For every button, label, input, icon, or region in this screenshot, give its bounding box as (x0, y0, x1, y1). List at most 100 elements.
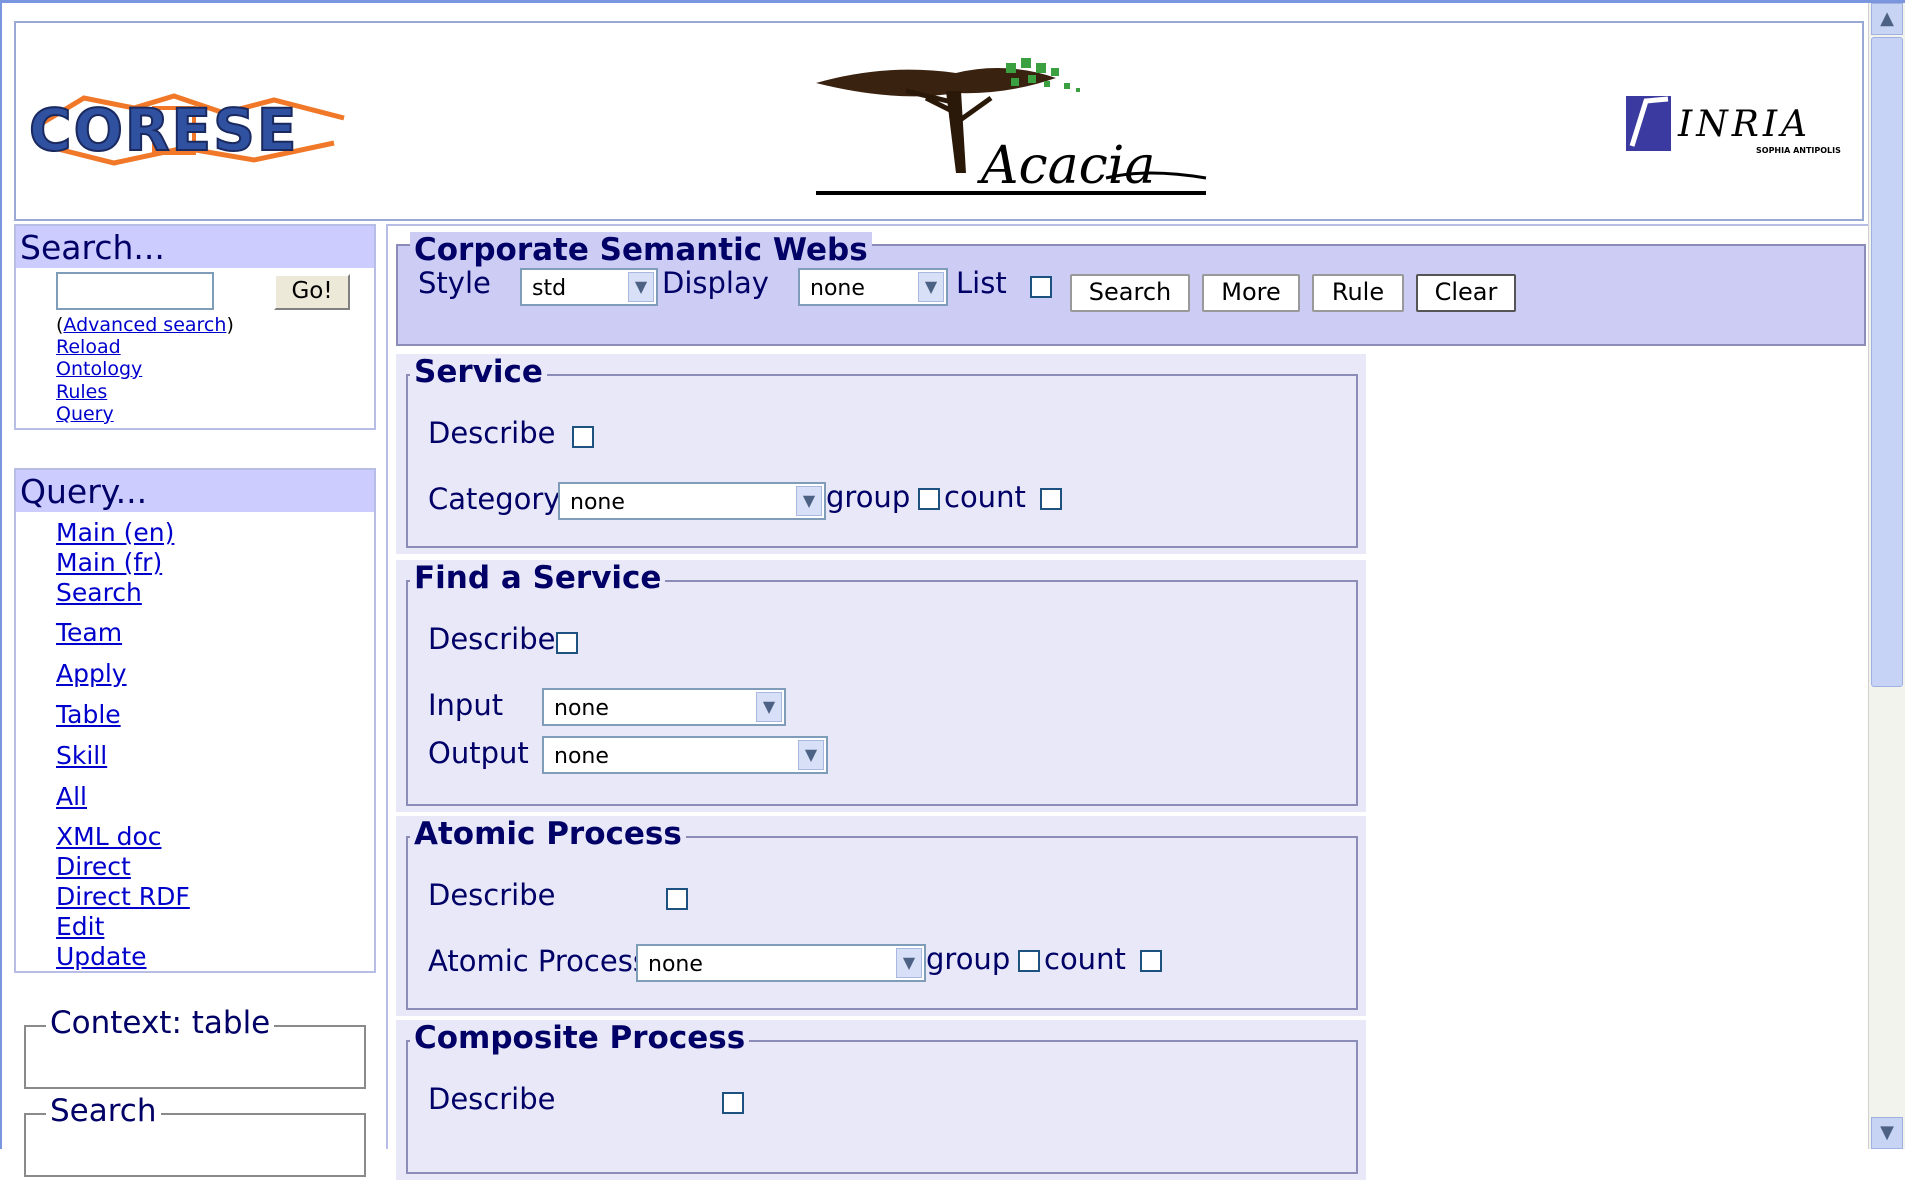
query-link-team[interactable]: Team (56, 618, 122, 647)
search-panel-title: Search... (16, 226, 374, 268)
atomic-count-checkbox[interactable] (1140, 950, 1162, 972)
advanced-search-line: (Advanced search) (56, 314, 234, 336)
category-select[interactable]: none ▼ (558, 482, 826, 520)
paren-close: ) (226, 314, 234, 336)
chevron-down-icon: ▼ (918, 272, 944, 302)
query-link-skill[interactable]: Skill (56, 741, 107, 770)
chevron-down-icon: ▼ (756, 692, 782, 722)
corese-logo: CORESE (24, 88, 354, 172)
search-legend: Search (46, 1093, 161, 1129)
query-link-direct[interactable]: Direct (56, 852, 131, 881)
atomic-describe-label: Describe (428, 878, 556, 912)
composite-process-panel: Composite Process Describe (396, 1020, 1366, 1180)
query-link-search[interactable]: Search (56, 578, 142, 607)
search-button[interactable]: Search (1070, 274, 1190, 312)
corese-text: CORESE (29, 96, 299, 164)
context-legend: Context: table (46, 1005, 275, 1041)
display-select-value: none (810, 276, 865, 301)
banner: CORESE Acacia INRIA SOPHIA ANTIPOLIS (14, 21, 1864, 221)
find-describe-label: Describe (428, 622, 556, 656)
scroll-up-icon[interactable]: ▲ (1871, 3, 1903, 35)
query-link-main-fr[interactable]: Main (fr) (56, 548, 162, 577)
query-panel-title: Query... (16, 470, 374, 512)
atomic-process-label: Atomic Process (428, 944, 648, 978)
input-select-value: none (554, 696, 609, 721)
query-link-table[interactable]: Table (56, 700, 121, 729)
scroll-thumb[interactable] (1871, 37, 1903, 687)
chevron-down-icon: ▼ (798, 740, 824, 770)
service-count-checkbox[interactable] (1040, 488, 1062, 510)
style-select-value: std (532, 276, 567, 301)
search-input[interactable] (56, 272, 214, 310)
atomic-process-select[interactable]: none ▼ (636, 944, 926, 982)
acacia-text: Acacia (977, 136, 1155, 196)
query-link-main-en[interactable]: Main (en) (56, 518, 174, 547)
corporate-panel: Corporate Semantic Webs Style std ▼ Disp… (396, 232, 1866, 346)
composite-describe-checkbox[interactable] (722, 1092, 744, 1114)
search-panel: Search... Go! (Advanced search) Reload O… (14, 224, 376, 430)
rule-button[interactable]: Rule (1312, 274, 1404, 312)
atomic-select-value: none (648, 952, 703, 977)
category-label: Category (428, 482, 561, 516)
more-button[interactable]: More (1202, 274, 1300, 312)
service-describe-label: Describe (428, 416, 556, 450)
atomic-legend: Atomic Process (410, 816, 686, 852)
service-group-label: group (826, 480, 911, 514)
query-link[interactable]: Query (56, 403, 114, 425)
chevron-down-icon: ▼ (796, 486, 822, 516)
service-count-label: count (944, 480, 1026, 514)
clear-button[interactable]: Clear (1416, 274, 1516, 312)
output-label: Output (428, 736, 529, 770)
inria-subtext: SOPHIA ANTIPOLIS (1756, 146, 1841, 155)
input-select[interactable]: none ▼ (542, 688, 786, 726)
go-button[interactable]: Go! (274, 274, 350, 310)
input-label: Input (428, 688, 504, 722)
rules-link[interactable]: Rules (56, 381, 107, 403)
atomic-group-checkbox[interactable] (1018, 950, 1040, 972)
find-service-legend: Find a Service (410, 560, 666, 596)
list-label: List (956, 266, 1007, 300)
output-select-value: none (554, 744, 609, 769)
acacia-logo: Acacia (806, 43, 1216, 207)
atomic-process-panel: Atomic Process Describe Atomic Process n… (396, 816, 1366, 1016)
query-link-xml-doc[interactable]: XML doc (56, 822, 161, 851)
category-select-value: none (570, 490, 625, 515)
service-describe-checkbox[interactable] (572, 426, 594, 448)
chevron-down-icon: ▼ (896, 948, 922, 978)
display-select[interactable]: none ▼ (798, 268, 948, 306)
query-link-all[interactable]: All (56, 782, 87, 811)
chevron-down-icon: ▼ (628, 272, 654, 302)
query-link-edit[interactable]: Edit (56, 912, 104, 941)
corporate-legend: Corporate Semantic Webs (410, 232, 872, 268)
inria-text: INRIA (1677, 104, 1811, 145)
composite-describe-label: Describe (428, 1082, 556, 1116)
output-select[interactable]: none ▼ (542, 736, 828, 774)
query-link-apply[interactable]: Apply (56, 659, 127, 688)
main-area: Corporate Semantic Webs Style std ▼ Disp… (386, 224, 1870, 1180)
query-link-direct-rdf[interactable]: Direct RDF (56, 882, 190, 911)
composite-legend: Composite Process (410, 1020, 750, 1056)
query-panel: Query... Main (en) Main (fr) Search Team… (14, 468, 376, 973)
scroll-down-icon[interactable]: ▼ (1871, 1117, 1903, 1149)
style-select[interactable]: std ▼ (520, 268, 658, 306)
vertical-scrollbar[interactable]: ▲ ▼ (1868, 3, 1905, 1149)
list-checkbox[interactable] (1030, 276, 1052, 298)
find-service-panel: Find a Service Describe Input none ▼ Out… (396, 560, 1366, 812)
query-link-update[interactable]: Update (56, 942, 147, 971)
service-legend: Service (410, 354, 547, 390)
display-label: Display (662, 266, 769, 300)
service-group-checkbox[interactable] (918, 488, 940, 510)
find-describe-checkbox[interactable] (556, 632, 578, 654)
service-border (406, 374, 1358, 548)
atomic-group-label: group (926, 942, 1011, 976)
service-panel: Service Describe Category none ▼ group c… (396, 354, 1366, 554)
atomic-count-label: count (1044, 942, 1126, 976)
atomic-describe-checkbox[interactable] (666, 888, 688, 910)
reload-link[interactable]: Reload (56, 336, 121, 358)
advanced-search-link[interactable]: Advanced search (63, 314, 226, 336)
style-label: Style (418, 266, 491, 300)
atomic-border (406, 836, 1358, 1010)
search-fieldset: Search (24, 1093, 366, 1177)
context-fieldset: Context: table (24, 1005, 366, 1089)
ontology-link[interactable]: Ontology (56, 358, 142, 380)
